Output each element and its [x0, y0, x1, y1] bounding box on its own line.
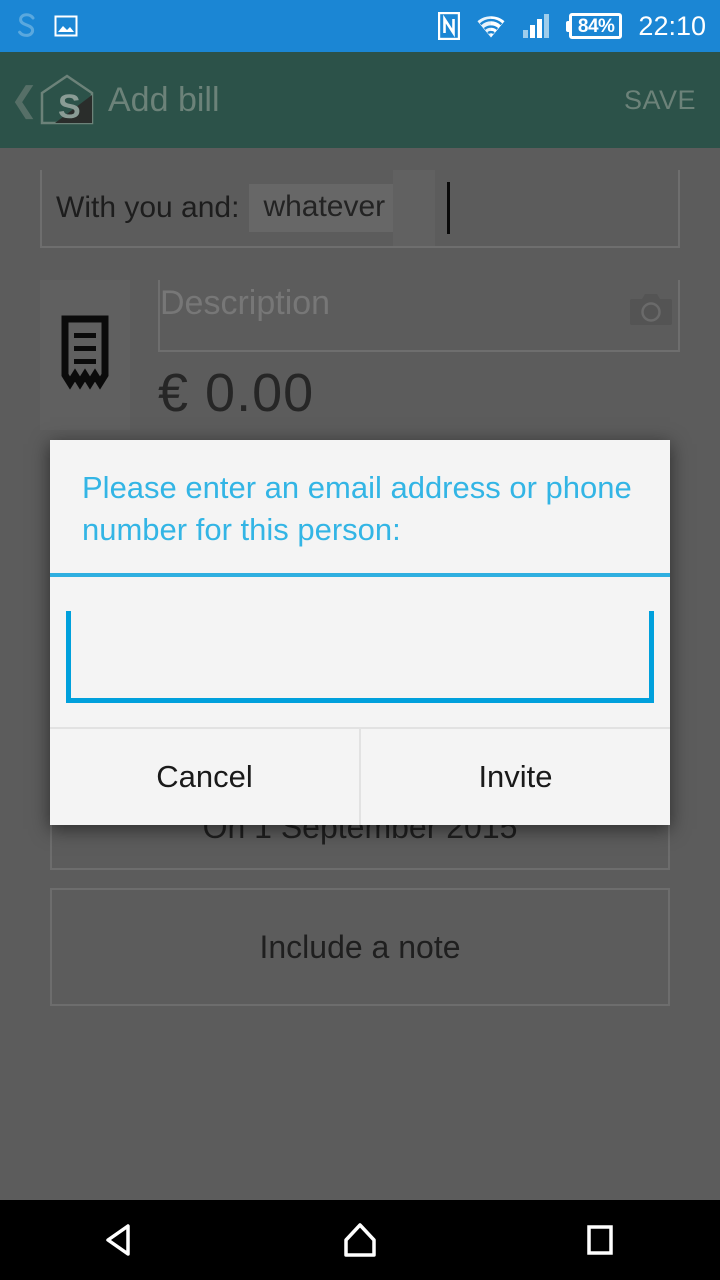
participants-label: With you and: [56, 191, 240, 224]
status-bar-system-icons: 84% 22:10 [437, 10, 706, 41]
status-bar-notifications [14, 11, 78, 41]
cellular-signal-icon [522, 13, 550, 39]
receipt-icon[interactable] [40, 280, 130, 430]
text-cursor [447, 182, 451, 234]
bill-note-field[interactable]: Include a note [50, 888, 670, 1006]
back-chevron-icon[interactable]: ❮ [10, 83, 39, 117]
save-button[interactable]: SAVE [624, 85, 696, 116]
email-or-phone-input[interactable] [66, 611, 654, 703]
status-bar-clock: 22:10 [638, 10, 706, 41]
description-input[interactable]: Description [158, 280, 680, 352]
status-bar: 84% 22:10 [0, 0, 720, 52]
page-title: Add bill [108, 80, 220, 119]
amount-value[interactable]: € 0.00 [158, 362, 680, 424]
invite-person-dialog: Please enter an email address or phone n… [50, 440, 670, 825]
s-logo-icon [14, 11, 40, 41]
battery-indicator: 84% [565, 13, 623, 39]
battery-percent-label: 84% [577, 15, 615, 37]
svg-text:S: S [58, 88, 81, 126]
battery-body: 84% [568, 13, 623, 39]
nav-recents-icon[interactable] [577, 1217, 623, 1263]
dialog-input-wrapper [50, 577, 670, 727]
description-row: Description € 0.00 [40, 280, 680, 430]
dialog-title: Please enter an email address or phone n… [50, 440, 670, 577]
phone-screen: 84% 22:10 ❮ S Add bill SAVE With you and… [0, 0, 720, 1280]
participant-chip-tail [393, 170, 436, 246]
nav-home-icon[interactable] [337, 1217, 383, 1263]
app-logo-icon: S [38, 73, 96, 127]
cancel-button[interactable]: Cancel [50, 729, 359, 825]
camera-icon[interactable] [628, 290, 674, 328]
system-navigation-bar [0, 1200, 720, 1280]
participants-field[interactable]: With you and: whatever [40, 170, 680, 248]
gallery-icon [54, 14, 78, 38]
participant-chip[interactable]: whatever [249, 184, 394, 232]
description-placeholder: Description [160, 284, 331, 322]
wifi-icon [476, 13, 506, 39]
nav-back-icon[interactable] [97, 1217, 143, 1263]
dialog-actions: Cancel Invite [50, 727, 670, 825]
invite-button[interactable]: Invite [361, 729, 670, 825]
bill-note-label: Include a note [259, 928, 461, 965]
participant-chip-label: whatever [263, 190, 386, 223]
description-column: Description € 0.00 [158, 280, 680, 430]
app-bar: ❮ S Add bill SAVE [0, 52, 720, 148]
nfc-icon [437, 11, 461, 41]
